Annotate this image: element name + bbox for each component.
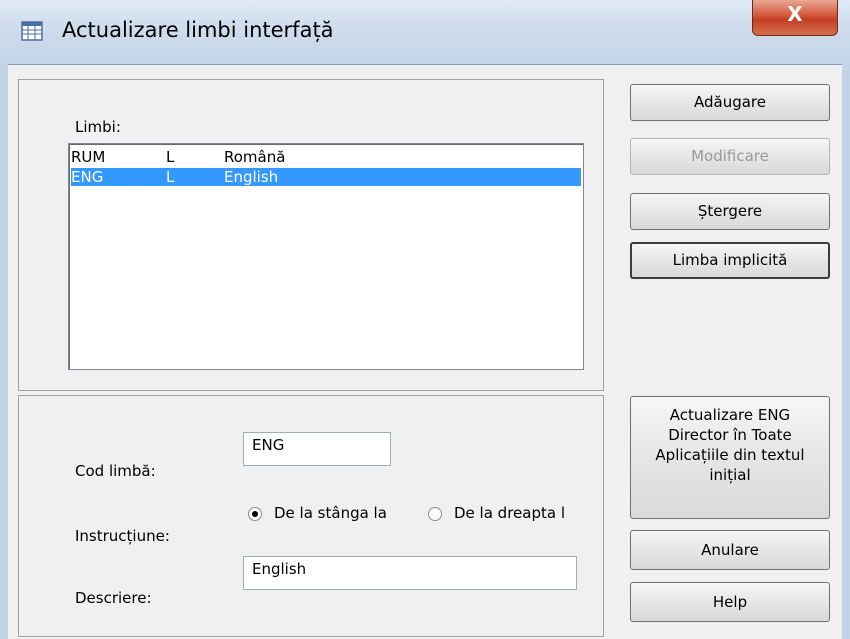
code-input[interactable]: ENG — [243, 432, 391, 466]
rtl-radio[interactable] — [428, 507, 442, 521]
ltr-radio[interactable] — [248, 507, 262, 521]
languages-listbox[interactable]: RUM L Română ENG L English — [68, 143, 584, 370]
language-direction: L — [166, 148, 175, 166]
update-button-line: Aplicațiile din textul — [655, 446, 805, 464]
language-code: ENG — [71, 168, 104, 186]
description-label: Descriere: — [75, 589, 152, 607]
close-icon: X — [787, 2, 803, 26]
update-button-line: Actualizare ENG — [669, 406, 791, 424]
title-bar[interactable]: Actualizare limbi interfață X — [0, 0, 850, 64]
dialog-client-area: Limbi: RUM L Română ENG L English Cod li… — [8, 64, 842, 639]
direction-label: Instrucțiune: — [75, 527, 170, 545]
delete-button[interactable]: Ștergere — [630, 193, 830, 230]
rtl-radio-label[interactable]: De la dreapta l — [454, 504, 565, 522]
list-item[interactable]: ENG L English — [71, 168, 581, 186]
radio-selected-dot — [252, 511, 258, 517]
description-input[interactable]: English — [243, 556, 577, 590]
add-button[interactable]: Adăugare — [630, 84, 830, 121]
cancel-button[interactable]: Anulare — [630, 530, 830, 570]
default-language-button[interactable]: Limba implicită — [630, 242, 830, 279]
language-name: Română — [224, 148, 286, 166]
list-item[interactable]: RUM L Română — [71, 148, 581, 166]
window-title: Actualizare limbi interfață — [62, 18, 334, 42]
window-frame-left — [0, 64, 8, 639]
update-button-line: inițial — [709, 466, 751, 484]
dialog-window: Actualizare limbi interfață X Limbi: RUM… — [0, 0, 850, 639]
update-button-line: Director în Toate — [668, 426, 792, 444]
ltr-radio-label[interactable]: De la stânga la — [274, 504, 387, 522]
help-button[interactable]: Help — [630, 582, 830, 622]
language-name: English — [224, 168, 279, 186]
languages-label: Limbi: — [75, 118, 121, 136]
window-frame-right — [842, 64, 850, 639]
language-code: RUM — [71, 148, 106, 166]
code-label: Cod limbă: — [75, 462, 156, 480]
close-button[interactable]: X — [752, 0, 838, 36]
modify-button[interactable]: Modificare — [630, 138, 830, 175]
update-button[interactable]: Actualizare ENG Director în Toate Aplica… — [630, 396, 830, 519]
language-direction: L — [166, 168, 175, 186]
table-icon — [21, 21, 43, 41]
